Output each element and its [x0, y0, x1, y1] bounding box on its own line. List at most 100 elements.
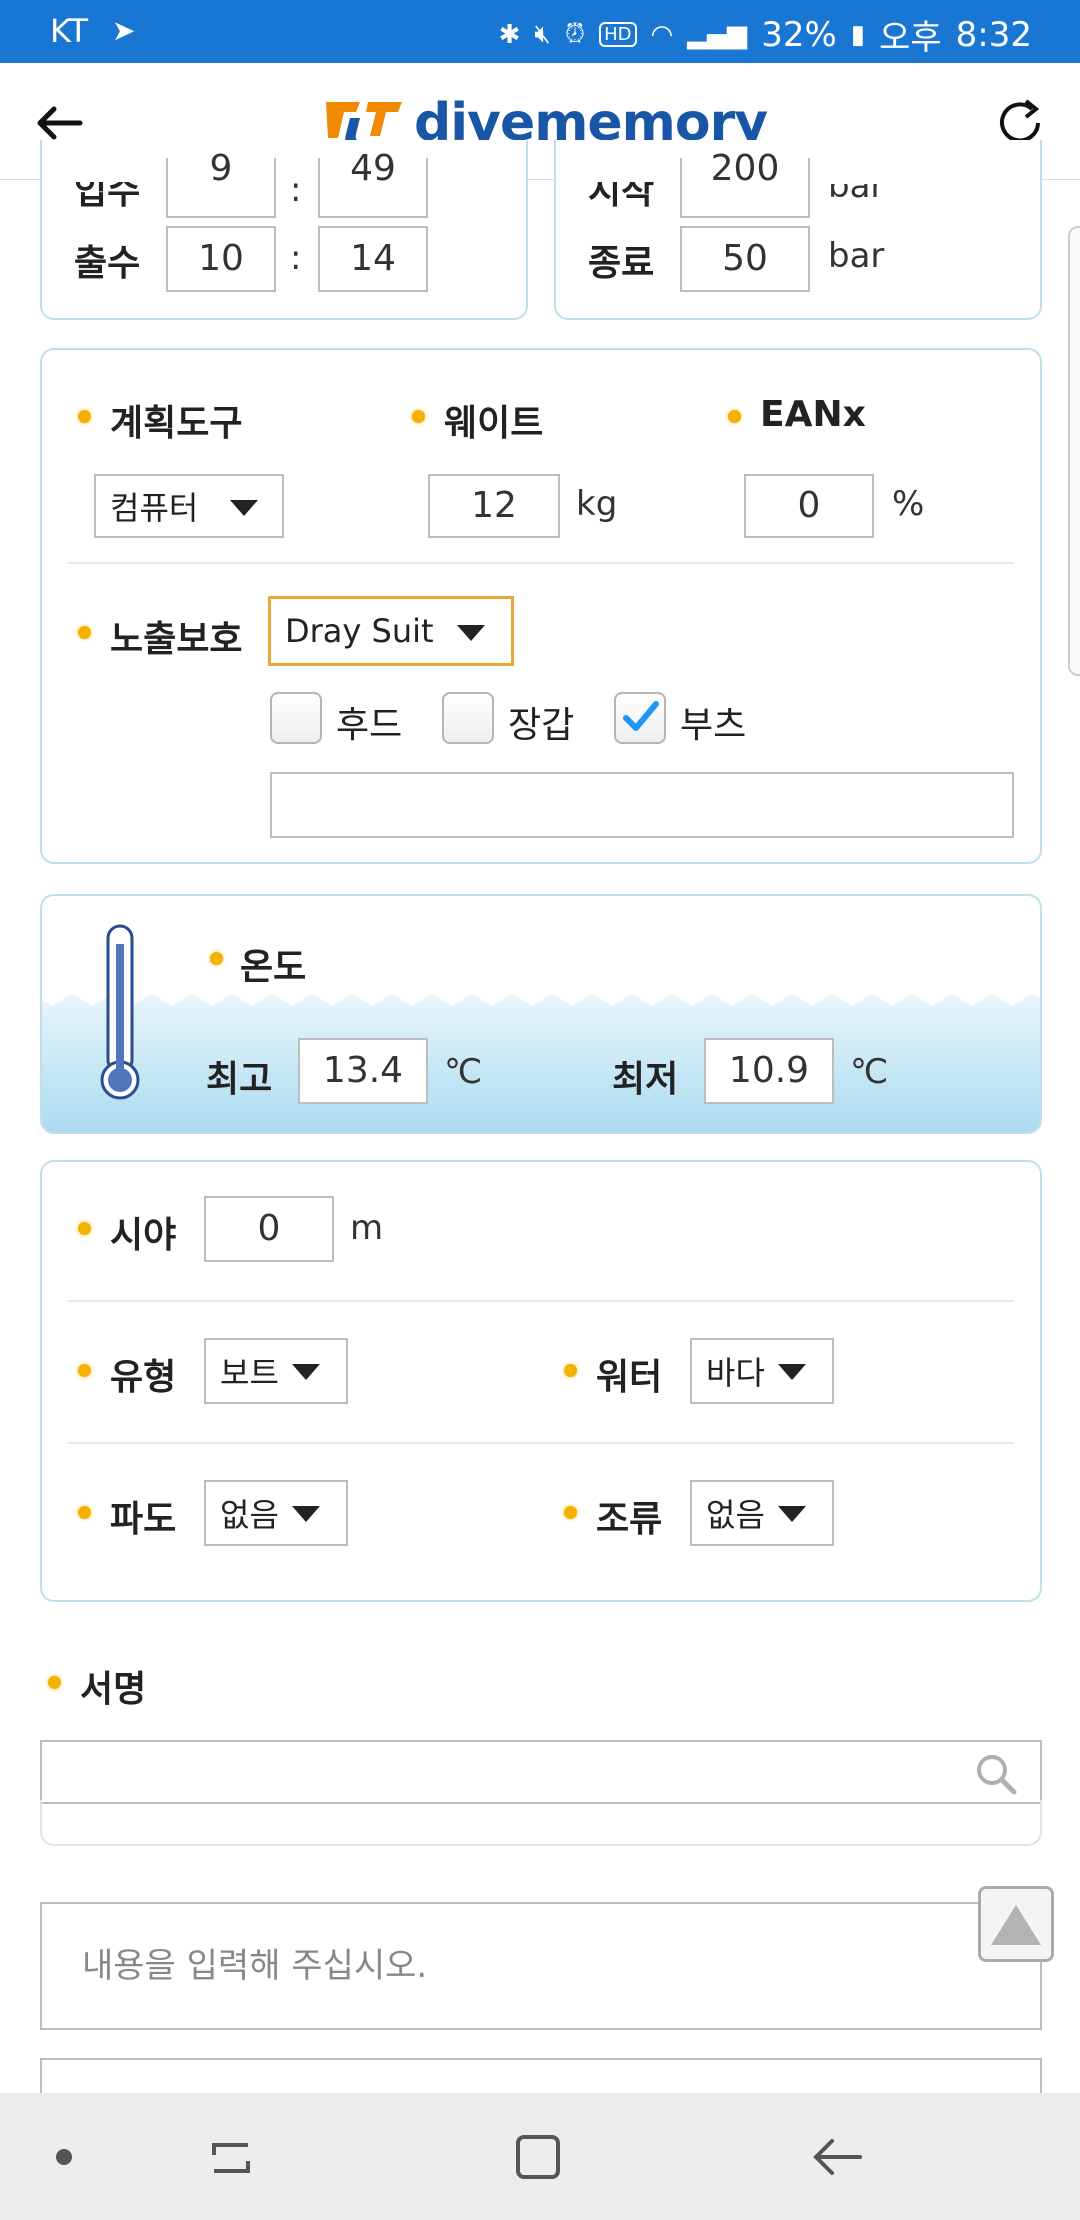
visibility-unit: m: [350, 1208, 384, 1248]
air-end-input[interactable]: 50: [680, 226, 810, 292]
carrier-label: KT: [50, 12, 89, 50]
signature-list-edge: [40, 1800, 1042, 1846]
water-select-value: 바다: [706, 1354, 765, 1392]
bullet-icon: [412, 410, 425, 423]
hd-icon: HD: [599, 22, 637, 47]
signature-search-input[interactable]: [40, 1740, 1042, 1804]
clock: 8:32: [955, 14, 1032, 55]
bullet-icon: [210, 952, 223, 965]
temp-max-unit: ℃: [444, 1052, 483, 1092]
chevron-down-icon: [778, 1364, 806, 1380]
battery-percent: 32%: [761, 14, 837, 55]
type-select-value: 보트: [220, 1354, 279, 1392]
current-select[interactable]: 없음: [690, 1480, 834, 1546]
entry-hour-input[interactable]: 9: [166, 151, 276, 218]
back-icon[interactable]: [810, 2131, 866, 2183]
bullet-icon: [78, 410, 91, 423]
type-select[interactable]: 보트: [204, 1338, 348, 1404]
plan-select-value: 컴퓨터: [110, 489, 199, 527]
plan-label: 계획도구: [110, 403, 243, 444]
signal-icon: ▂▄▆: [687, 19, 748, 50]
water-label: 워터: [596, 1357, 663, 1398]
exposure-select[interactable]: Dray Suit: [268, 596, 514, 666]
bluetooth-icon: ✱: [498, 19, 521, 50]
entry-min-input[interactable]: 49: [318, 151, 428, 218]
wave-label: 파도: [110, 1499, 177, 1540]
divider: [68, 562, 1014, 564]
wave-select-value: 없음: [220, 1496, 279, 1534]
air-end-label: 종료: [588, 243, 655, 284]
exposure-extra-input[interactable]: [270, 772, 1014, 838]
current-select-value: 없음: [706, 1496, 765, 1534]
hood-checkbox[interactable]: [270, 692, 322, 744]
eanx-label: EANx: [760, 394, 866, 435]
temp-max-input[interactable]: 13.4: [298, 1038, 428, 1104]
chevron-down-icon: [292, 1364, 320, 1380]
alarm-icon: ⏰︎: [564, 19, 586, 49]
memo-textarea[interactable]: 내용을 입력해 주십시오.: [40, 1902, 1042, 2030]
wave-select[interactable]: 없음: [204, 1480, 348, 1546]
exit-min-input[interactable]: 14: [318, 226, 428, 292]
conditions-card: [40, 1160, 1042, 1602]
search-icon[interactable]: [974, 1752, 1018, 1796]
air-start-input[interactable]: 200: [680, 151, 810, 218]
battery-icon: ▮: [850, 19, 866, 50]
bullet-icon: [564, 1364, 577, 1377]
mute-icon: 🔇︎: [534, 19, 551, 49]
bullet-icon: [78, 1222, 91, 1235]
weight-unit: kg: [576, 484, 618, 524]
signature-label: 서명: [80, 1669, 147, 1710]
weight-input[interactable]: 12: [428, 474, 560, 538]
current-label: 조류: [596, 1499, 663, 1540]
navigation-icon: ➤: [112, 14, 136, 47]
chevron-down-icon: [457, 625, 485, 641]
side-panel-edge: [1068, 226, 1080, 676]
chevron-down-icon: [778, 1506, 806, 1522]
bullet-icon: [564, 1506, 577, 1519]
temp-min-input[interactable]: 10.9: [704, 1038, 834, 1104]
type-label: 유형: [110, 1357, 177, 1398]
hood-label: 후드: [336, 705, 403, 746]
scroll-top-button[interactable]: [978, 1886, 1054, 1962]
arrow-up-icon: [991, 1905, 1041, 1945]
temp-max-label: 최고: [206, 1059, 273, 1100]
time-ampm: 오후: [879, 18, 942, 58]
bullet-icon: [48, 1676, 61, 1689]
chevron-down-icon: [230, 500, 258, 516]
bullet-icon: [728, 410, 741, 423]
visibility-input[interactable]: 0: [204, 1196, 334, 1262]
temp-min-unit: ℃: [850, 1052, 889, 1092]
exposure-label: 노출보호: [110, 619, 243, 660]
visibility-label: 시야: [110, 1215, 177, 1256]
temp-title: 온도: [240, 947, 307, 988]
exit-hour-input[interactable]: 10: [166, 226, 276, 292]
air-end-unit: bar: [828, 236, 885, 276]
water-select[interactable]: 바다: [690, 1338, 834, 1404]
gloves-checkbox[interactable]: [442, 692, 494, 744]
bullet-icon: [78, 1364, 91, 1377]
time-card: [40, 140, 528, 320]
home-icon[interactable]: [512, 2131, 564, 2183]
exit-sep: :: [290, 238, 302, 278]
check-icon: [623, 701, 659, 731]
wifi-icon: ◠: [650, 19, 674, 50]
boots-label: 부츠: [680, 705, 747, 746]
eanx-unit: %: [892, 484, 925, 524]
divider: [68, 1442, 1014, 1444]
gloves-label: 장갑: [508, 705, 575, 746]
bullet-icon: [78, 1506, 91, 1519]
eanx-input[interactable]: 0: [744, 474, 874, 538]
status-bar: KT ➤ ✱ 🔇︎ ⏰︎ HD ◠ ▂▄▆ 32% ▮ 오후 8:32: [0, 0, 1080, 63]
exit-label: 출수: [74, 243, 141, 284]
divider: [68, 1300, 1014, 1302]
bullet-icon: [78, 626, 91, 639]
boots-checkbox[interactable]: [614, 692, 666, 744]
memo-placeholder: 내용을 입력해 주십시오.: [82, 1946, 428, 1986]
thermometer-icon: [100, 924, 140, 1102]
exposure-select-value: Dray Suit: [285, 612, 434, 650]
plan-select[interactable]: 컴퓨터: [94, 474, 284, 538]
recents-icon[interactable]: [206, 2133, 256, 2183]
system-nav-bar: [0, 2093, 1080, 2220]
dot-icon[interactable]: [56, 2149, 72, 2165]
entry-sep: :: [290, 170, 302, 210]
